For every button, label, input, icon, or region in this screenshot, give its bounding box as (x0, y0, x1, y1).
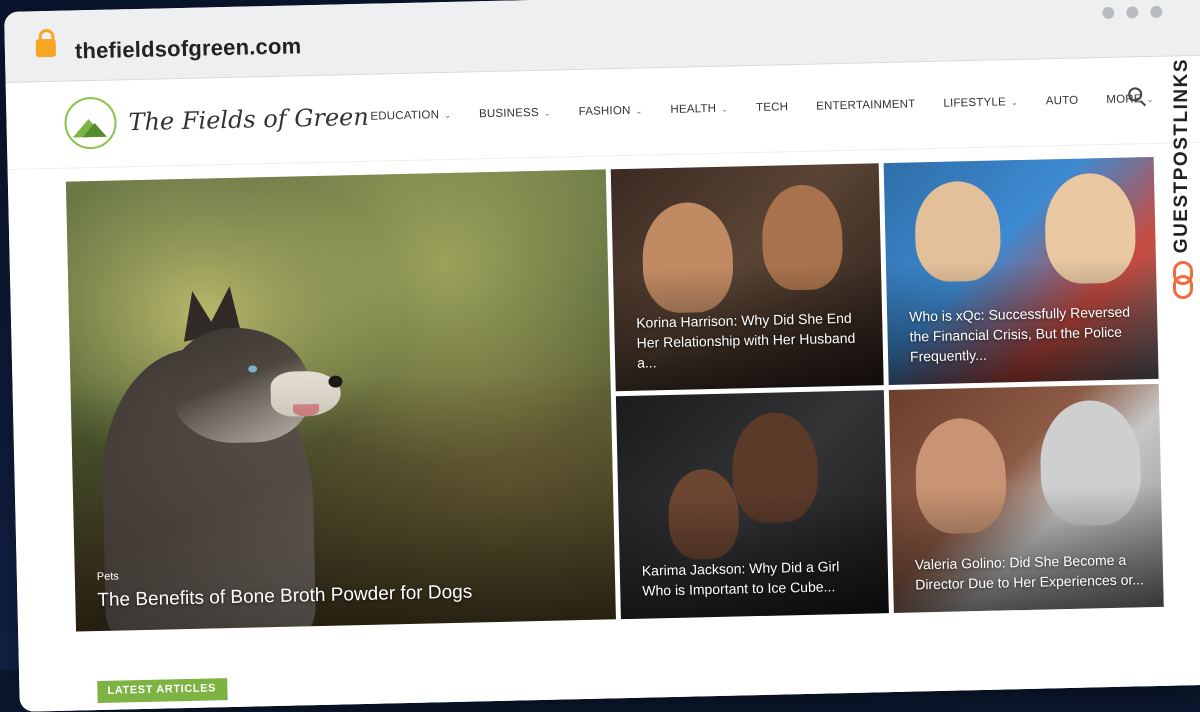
nav-item-tech[interactable]: TECH (756, 101, 788, 114)
section-badge: LATEST ARTICLES (97, 678, 228, 704)
article-title[interactable]: Karima Jackson: Why Did a Girl Who is Im… (642, 556, 871, 601)
featured-grid: Pets The Benefits of Bone Broth Powder f… (65, 156, 1164, 632)
article-caption: Korina Harrison: Why Did She End Her Rel… (636, 308, 865, 373)
window-dot-icon[interactable] (1126, 6, 1139, 19)
logo-text: The Fields of Green (128, 102, 370, 137)
window-dot-icon[interactable] (1102, 6, 1115, 20)
nav-label: HEALTH (670, 102, 717, 116)
article-caption: Karima Jackson: Why Did a Girl Who is Im… (642, 556, 871, 601)
nav-item-fashion[interactable]: FASHION ⌄ (579, 105, 643, 118)
nav-item-education[interactable]: EDUCATION ⌄ (370, 109, 451, 123)
featured-article-1[interactable]: Korina Harrison: Why Did She End Her Rel… (610, 163, 884, 392)
chain-link-icon (1171, 261, 1193, 301)
lock-icon (35, 38, 57, 58)
nav-item-health[interactable]: HEALTH ⌄ (670, 103, 728, 116)
article-title[interactable]: Who is xQc: Successfully Reversed the Fi… (909, 301, 1140, 366)
featured-article-2[interactable]: Who is xQc: Successfully Reversed the Fi… (883, 156, 1159, 386)
nav-label: BUSINESS (478, 106, 539, 121)
nav-label: ENTERTAINMENT (816, 98, 916, 113)
nav-label: TECH (755, 101, 789, 114)
featured-article-4[interactable]: Valeria Golino: Did She Become a Directo… (888, 383, 1164, 613)
site-logo[interactable]: The Fields of Green (63, 91, 370, 150)
nav-item-lifestyle[interactable]: LIFESTYLE ⌄ (943, 96, 1018, 110)
guestpostlinks-watermark: GUESTPOSTLINKS (1164, 58, 1200, 358)
search-icon[interactable] (1128, 87, 1143, 102)
featured-article-3[interactable]: Karima Jackson: Why Did a Girl Who is Im… (615, 390, 889, 620)
article-title[interactable]: Valeria Golino: Did She Become a Directo… (915, 549, 1146, 594)
chevron-down-icon: ⌄ (721, 104, 729, 114)
chevron-down-icon: ⌄ (444, 110, 452, 120)
chevron-down-icon: ⌄ (543, 108, 551, 118)
window-dot-icon[interactable] (1150, 5, 1163, 18)
page-viewport: The Fields of Green EDUCATION ⌄ BUSINESS ⌄… (5, 55, 1200, 712)
featured-main-article[interactable]: Pets The Benefits of Bone Broth Powder f… (65, 169, 616, 632)
chevron-down-icon: ⌄ (1010, 97, 1018, 107)
nav-label: FASHION (578, 104, 631, 118)
nav-item-auto[interactable]: AUTO (1046, 95, 1079, 108)
article-title[interactable]: Korina Harrison: Why Did She End Her Rel… (636, 308, 865, 373)
article-caption: Who is xQc: Successfully Reversed the Fi… (909, 301, 1140, 366)
nav-item-business[interactable]: BUSINESS ⌄ (478, 106, 551, 121)
chevron-down-icon: ⌄ (635, 106, 643, 116)
nav-label: AUTO (1045, 94, 1079, 108)
address-bar-url[interactable]: thefieldsofgreen.com (75, 33, 302, 64)
nav-label: EDUCATION (370, 109, 440, 123)
nav-label: LIFESTYLE (943, 96, 1007, 110)
browser-window: thefieldsofgreen.com The Fields of Green… (4, 0, 1200, 712)
mountain-logo-icon (63, 96, 118, 150)
nav-item-entertainment[interactable]: ENTERTAINMENT (816, 98, 916, 112)
window-controls (1102, 5, 1163, 20)
main-nav: EDUCATION ⌄ BUSINESS ⌄ FASHION ⌄ HEALTH ⌄ TE… (370, 92, 1181, 122)
watermark-text: GUESTPOSTLINKS (1171, 58, 1192, 254)
chevron-down-icon: ⌄ (1146, 94, 1154, 104)
article-caption: Valeria Golino: Did She Become a Directo… (915, 549, 1146, 594)
